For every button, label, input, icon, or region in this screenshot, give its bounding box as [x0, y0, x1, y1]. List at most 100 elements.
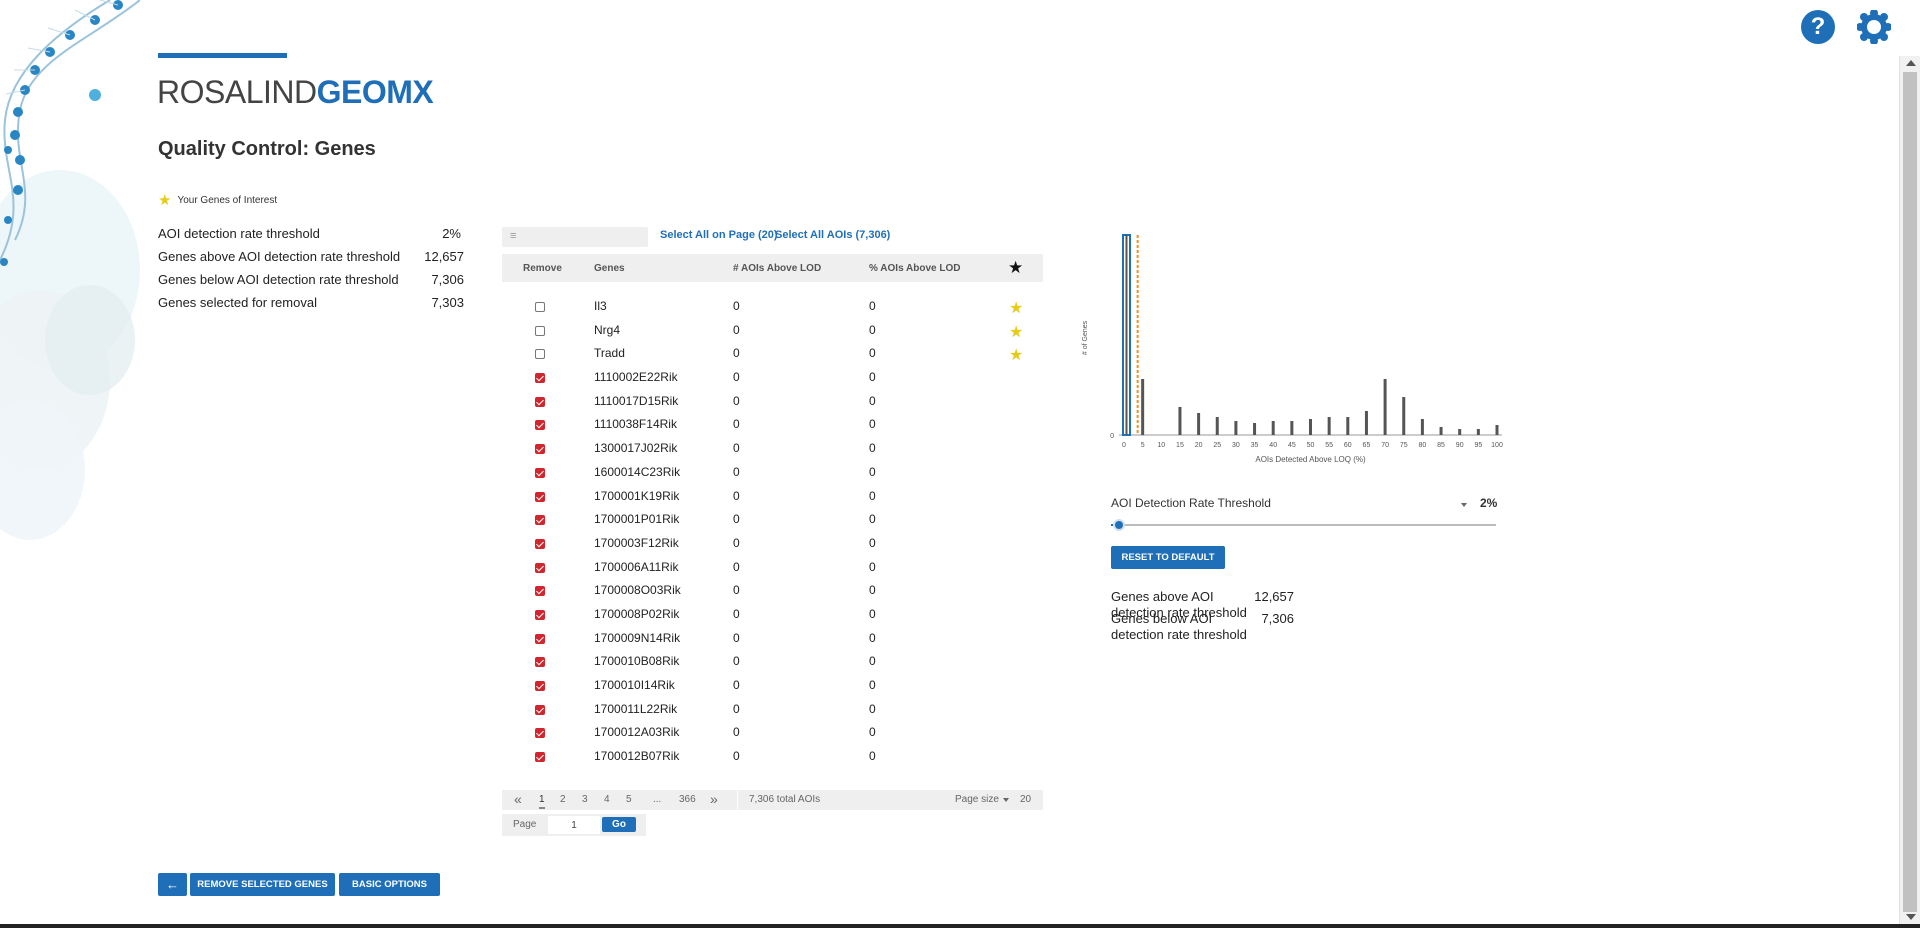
x-tick-label: 20	[1195, 442, 1203, 449]
select-all-on-page-link[interactable]: Select All on Page (20)	[660, 229, 778, 241]
stat-value: 7,303	[431, 295, 464, 310]
remove-checkbox[interactable]	[535, 562, 545, 573]
histogram-bar	[1197, 413, 1201, 435]
page-link-1[interactable]: 1	[539, 794, 545, 809]
remove-checkbox[interactable]	[535, 420, 545, 431]
help-icon[interactable]: ?	[1801, 10, 1835, 44]
star-icon[interactable]: ★	[1009, 345, 1023, 365]
histogram-bar	[1383, 379, 1387, 435]
column-header-genes[interactable]: Genes	[594, 263, 625, 274]
gene-name: 1700011L22Rik	[594, 701, 678, 716]
aois-above-lod: 0	[733, 464, 740, 479]
page-size-chevron-down-icon[interactable]	[1003, 798, 1009, 802]
page-link-5[interactable]: 5	[626, 794, 632, 805]
remove-checkbox[interactable]	[535, 444, 545, 455]
stat-label: Genes above AOI detection rate threshold	[158, 249, 401, 264]
threshold-slider[interactable]	[1111, 519, 1496, 531]
remove-checkbox[interactable]	[535, 752, 545, 763]
gene-name: 1700012A03Rik	[594, 725, 680, 740]
table-row: 1700009N14Rik 0 0	[502, 628, 1043, 652]
basic-options-button[interactable]: BASIC OPTIONS	[339, 873, 440, 896]
page-link-2[interactable]: 2	[560, 794, 566, 805]
slider-chevron-down-icon[interactable]	[1461, 503, 1467, 507]
pct-aois-above-lod: 0	[869, 559, 876, 574]
remove-checkbox[interactable]	[535, 657, 545, 668]
reset-to-default-button[interactable]: RESET TO DEFAULT	[1111, 546, 1225, 569]
remove-checkbox[interactable]	[535, 728, 545, 739]
remove-checkbox[interactable]	[535, 396, 545, 407]
goto-page: Page Go	[502, 814, 646, 836]
select-all-aois-link[interactable]: Select All AOIs (7,306)	[775, 229, 890, 241]
pct-aois-above-lod: 0	[869, 393, 876, 408]
histogram-bar	[1476, 429, 1480, 435]
stat-label: Genes above AOI detection rate threshold	[1111, 589, 1247, 620]
histogram-svg: 0 5 10 15 20 25 30 35 40 45 50 55 60 65 70 75 80 85 90 95 10…	[1082, 234, 1503, 464]
y-tick-label: 0	[1110, 433, 1114, 440]
column-header-pct-aois-above-lod[interactable]: % AOIs Above LOD	[869, 263, 961, 274]
table-row: 1700011L22Rik 0 0	[502, 699, 1043, 723]
page-link-4[interactable]: 4	[604, 794, 610, 805]
last-page-icon[interactable]: »	[710, 791, 718, 807]
aois-above-lod: 0	[733, 583, 740, 598]
gene-name: 1700012B07Rik	[594, 749, 680, 764]
gene-name: 1700001K19Rik	[594, 488, 680, 503]
table-row: 1700006A11Rik 0 0	[502, 557, 1043, 581]
star-icon[interactable]: ★	[1009, 298, 1023, 318]
stat-label: Genes below AOI detection rate threshold	[1111, 611, 1247, 642]
table-row: Il3 0 0 ★	[502, 296, 1043, 320]
app-logo[interactable]: ROSALINDGEOMX	[157, 74, 434, 111]
remove-checkbox[interactable]	[535, 633, 545, 644]
pagination: « 1 2 3 4 5 ... 366 »	[502, 790, 737, 810]
table-row: 1700012A03Rik 0 0	[502, 722, 1043, 746]
histogram-bar	[1420, 419, 1424, 435]
remove-checkbox[interactable]	[535, 681, 545, 691]
column-header-aois-above-lod[interactable]: # AOIs Above LOD	[733, 263, 821, 274]
goto-page-input[interactable]	[548, 816, 600, 834]
gear-icon[interactable]	[1857, 10, 1891, 44]
page-size-select[interactable]: 20	[1020, 794, 1031, 805]
vertical-scrollbar[interactable]	[1899, 56, 1920, 928]
table-row: 1110017D15Rik 0 0	[502, 391, 1043, 415]
remove-checkbox[interactable]	[535, 491, 545, 502]
gene-name: 1700008O03Rik	[594, 583, 681, 598]
table-filter-input[interactable]: ≡	[502, 227, 648, 247]
back-arrow-button[interactable]: ←	[158, 873, 187, 896]
remove-selected-genes-button[interactable]: REMOVE SELECTED GENES	[190, 873, 335, 896]
remove-checkbox[interactable]	[535, 515, 545, 526]
pct-aois-above-lod: 0	[869, 488, 876, 503]
first-page-icon[interactable]: «	[514, 791, 522, 807]
scroll-down-icon[interactable]	[1906, 914, 1916, 920]
table-row: 1700012B07Rik 0 0	[502, 746, 1043, 770]
remove-checkbox[interactable]	[535, 325, 545, 336]
aois-above-lod: 0	[733, 393, 740, 408]
x-tick-label: 70	[1381, 442, 1389, 449]
remove-checkbox[interactable]	[535, 302, 545, 312]
remove-checkbox[interactable]	[535, 704, 545, 715]
page-link-last-number[interactable]: 366	[679, 794, 696, 805]
remove-checkbox[interactable]	[535, 349, 545, 360]
page-link-3[interactable]: 3	[582, 794, 588, 805]
histogram-bar	[1346, 417, 1350, 435]
stat-row: Genes above AOI detection rate threshold…	[1111, 589, 1420, 620]
x-tick-label: 50	[1307, 442, 1315, 449]
remove-checkbox[interactable]	[535, 609, 545, 620]
scroll-thumb[interactable]	[1903, 72, 1917, 912]
remove-checkbox[interactable]	[535, 467, 545, 478]
x-tick-label: 30	[1232, 442, 1240, 449]
slider-handle[interactable]	[1112, 519, 1125, 531]
x-tick-label: 60	[1344, 442, 1352, 449]
histogram-bar	[1253, 423, 1257, 435]
pct-aois-above-lod: 0	[869, 701, 876, 716]
remove-checkbox[interactable]	[535, 586, 545, 597]
go-button[interactable]: Go	[602, 817, 636, 832]
remove-checkbox[interactable]	[535, 538, 545, 549]
column-header-remove[interactable]: Remove	[523, 263, 562, 274]
scroll-up-icon[interactable]	[1906, 60, 1916, 66]
page-ellipsis[interactable]: ...	[653, 794, 661, 805]
remove-checkbox[interactable]	[535, 373, 545, 384]
aois-above-lod: 0	[733, 299, 740, 313]
histogram-bar	[1364, 411, 1368, 435]
column-header-star-icon[interactable]: ★	[1008, 258, 1023, 278]
stat-row: Genes above AOI detection rate threshold…	[158, 249, 464, 272]
star-icon[interactable]: ★	[1009, 322, 1023, 342]
